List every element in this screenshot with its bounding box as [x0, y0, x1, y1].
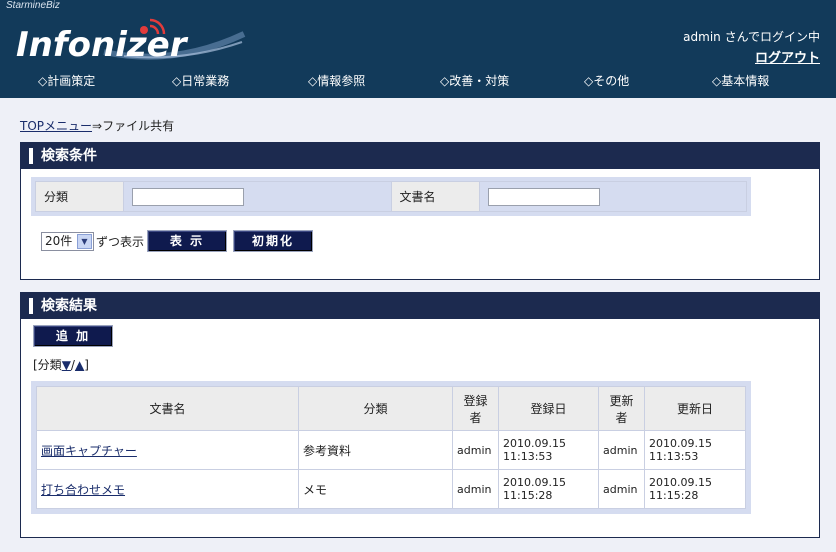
search-panel: 検索条件 分類 文書名 20件 ▼ ずつ表示 表 示 初期化: [20, 142, 820, 280]
col-docname: 文書名: [36, 386, 299, 431]
search-panel-title: 検索条件: [21, 143, 819, 169]
sort-desc-link[interactable]: ▼: [62, 358, 71, 372]
per-page-suffix: ずつ表示: [96, 235, 145, 249]
infonizer-logo[interactable]: Infonizer: [4, 12, 250, 64]
breadcrumb-top-link[interactable]: TOPメニュー: [20, 119, 92, 133]
row-category: メモ: [298, 469, 453, 509]
search-conditions: 分類 文書名: [31, 177, 751, 216]
reset-button[interactable]: 初期化: [233, 230, 313, 252]
sort-asc-link[interactable]: ▲: [75, 358, 84, 372]
logout-link[interactable]: ログアウト: [755, 47, 820, 66]
nav-plan[interactable]: ◇計画策定: [38, 72, 95, 89]
col-category: 分類: [298, 386, 453, 431]
app-header: StarmineBiz Infonizer admin さんでログイン中 ログア…: [0, 0, 836, 98]
row-category: 参考資料: [298, 430, 453, 470]
docname-label: 文書名: [390, 181, 480, 212]
show-button[interactable]: 表 示: [147, 230, 227, 252]
results-table: 文書名 分類 登録者 登録日 更新者 更新日 画面キャプチャー 参考資料 adm…: [36, 386, 746, 509]
row-reg-date: 2010.09.15 11:15:28: [498, 469, 599, 509]
row-registrant: admin: [452, 430, 499, 470]
results-panel: 検索結果 追 加 [分類▼/▲] 文書名 分類 登録者 登録日 更新者 更新日 …: [20, 292, 820, 538]
main-nav: ◇計画策定 ◇日常業務 ◇情報参照 ◇改善・対策 ◇その他 ◇基本情報: [0, 72, 836, 92]
login-status: admin さんでログイン中: [683, 30, 820, 44]
row-registrant: admin: [452, 469, 499, 509]
nav-other[interactable]: ◇その他: [584, 72, 629, 89]
table-row: 打ち合わせメモ メモ admin 2010.09.15 11:15:28 admi…: [36, 469, 746, 509]
sort-control: [分類▼/▲]: [33, 358, 89, 372]
breadcrumb-current: ファイル共有: [102, 119, 175, 133]
nav-basic[interactable]: ◇基本情報: [712, 72, 769, 89]
col-upd-date: 更新日: [644, 386, 746, 431]
logo-text: Infonizer: [16, 25, 189, 64]
add-button[interactable]: 追 加: [33, 325, 113, 347]
category-label: 分類: [35, 181, 124, 212]
breadcrumb: TOPメニュー⇒ファイル共有: [20, 117, 174, 134]
row-updater: admin: [598, 469, 645, 509]
col-registrant: 登録者: [452, 386, 499, 431]
row-upd-date: 2010.09.15 11:15:28: [644, 469, 746, 509]
col-updater: 更新者: [598, 386, 645, 431]
docname-input[interactable]: [487, 187, 600, 206]
results-panel-title: 検索結果: [21, 293, 819, 319]
per-page-select[interactable]: 20件 ▼: [41, 232, 94, 251]
col-reg-date: 登録日: [498, 386, 599, 431]
nav-daily[interactable]: ◇日常業務: [172, 72, 229, 89]
row-reg-date: 2010.09.15 11:13:53: [498, 430, 599, 470]
nav-info[interactable]: ◇情報参照: [308, 72, 365, 89]
row-upd-date: 2010.09.15 11:13:53: [644, 430, 746, 470]
nav-improve[interactable]: ◇改善・対策: [440, 72, 509, 89]
breadcrumb-separator: ⇒: [92, 119, 103, 133]
row-updater: admin: [598, 430, 645, 470]
brand-subtitle: StarmineBiz: [6, 0, 60, 11]
category-input[interactable]: [132, 187, 244, 206]
table-header-row: 文書名 分類 登録者 登録日 更新者 更新日: [36, 386, 746, 431]
chevron-down-icon[interactable]: ▼: [77, 234, 92, 249]
results-table-wrap: 文書名 分類 登録者 登録日 更新者 更新日 画面キャプチャー 参考資料 adm…: [31, 381, 751, 514]
doc-link[interactable]: 画面キャプチャー: [41, 444, 137, 458]
doc-link[interactable]: 打ち合わせメモ: [41, 483, 125, 497]
table-row: 画面キャプチャー 参考資料 admin 2010.09.15 11:13:53 a…: [36, 430, 746, 470]
per-page-value: 20件: [45, 234, 73, 248]
